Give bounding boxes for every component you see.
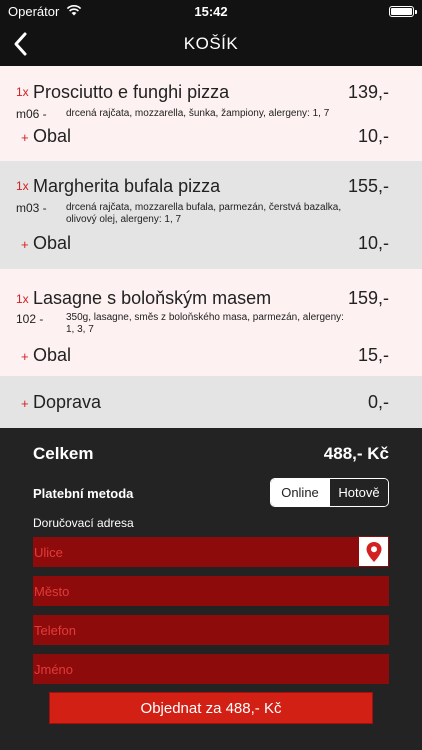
delivery-price: 0,- <box>367 392 389 412</box>
phone-input[interactable] <box>33 615 389 645</box>
extra-price: 10,- <box>357 233 389 253</box>
payment-method-toggle: Online Hotově <box>270 478 389 507</box>
checkout-panel: Celkem 488,- Kč Platební metoda Online H… <box>0 428 422 750</box>
extra-plus-icon: + <box>21 130 29 145</box>
payment-option-cash[interactable]: Hotově <box>329 479 388 506</box>
item-price: 159,- <box>347 288 389 308</box>
item-name: Margherita bufala pizza <box>33 176 221 196</box>
item-price: 139,- <box>347 82 389 102</box>
extra-price: 15,- <box>357 345 389 365</box>
city-input[interactable] <box>33 576 389 606</box>
extra-plus-icon: + <box>21 237 29 252</box>
item-quantity: 1x <box>16 179 29 193</box>
order-button[interactable]: Objednat za 488,- Kč <box>49 692 373 724</box>
item-description: drcená rajčata, mozzarella bufala, parme… <box>66 202 342 225</box>
item-code: m06 - <box>16 107 47 121</box>
item-code: m03 - <box>16 201 47 215</box>
extra-price: 10,- <box>357 126 389 146</box>
payment-option-online[interactable]: Online <box>271 479 329 506</box>
name-input[interactable] <box>33 654 389 684</box>
delivery-address-label: Doručovací adresa <box>33 516 134 530</box>
item-description: drcená rajčata, mozzarella, šunka, žampi… <box>66 108 330 119</box>
delivery-row: + Doprava 0,- <box>0 376 422 428</box>
extra-plus-icon: + <box>21 349 29 364</box>
item-price: 155,- <box>347 176 389 196</box>
status-bar: Operátor 15:42 <box>0 0 422 22</box>
navigation-bar: KOŠÍK <box>0 22 422 66</box>
item-description: 350g, lasagne, směs z boloňského masa, p… <box>66 312 344 335</box>
extra-name: Obal <box>33 345 72 365</box>
item-code: 102 - <box>16 312 44 326</box>
extra-name: Obal <box>33 233 72 253</box>
street-input[interactable] <box>33 537 359 567</box>
cart-list: 1x Prosciutto e funghi pizza 139,- m06 -… <box>0 66 422 428</box>
delivery-plus-icon: + <box>21 396 29 411</box>
payment-method-label: Platební metoda <box>33 486 134 501</box>
item-name: Lasagne s boloňským masem <box>33 288 272 308</box>
extra-name: Obal <box>33 126 72 146</box>
total-value: 488,- Kč <box>323 444 389 463</box>
item-name: Prosciutto e funghi pizza <box>33 82 230 102</box>
clock: 15:42 <box>194 4 228 19</box>
delivery-label: Doprava <box>33 392 102 412</box>
battery-icon <box>389 6 417 17</box>
cart-item[interactable]: 1x Lasagne s boloňským masem 159,- 102 -… <box>0 269 422 376</box>
cart-item[interactable]: 1x Prosciutto e funghi pizza 139,- m06 -… <box>0 66 422 161</box>
locate-button[interactable] <box>358 536 389 567</box>
item-quantity: 1x <box>16 85 29 99</box>
cart-item[interactable]: 1x Margherita bufala pizza 155,- m03 - d… <box>0 161 422 269</box>
item-quantity: 1x <box>16 292 29 306</box>
page-title: KOŠÍK <box>183 34 239 53</box>
map-pin-icon <box>366 541 381 562</box>
total-label: Celkem <box>33 444 94 463</box>
